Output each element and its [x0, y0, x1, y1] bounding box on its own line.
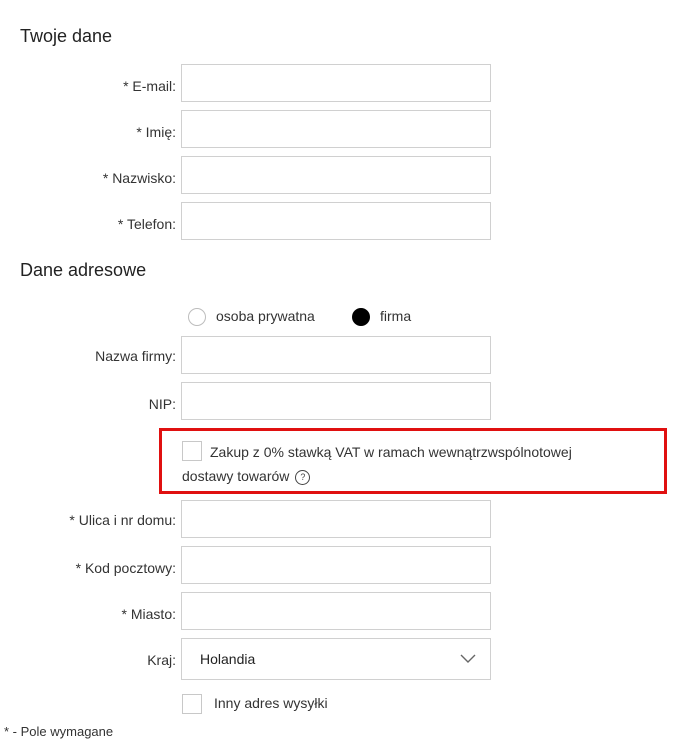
street-label: * Ulica i nr domu: — [69, 512, 176, 528]
vat-zero-text: Zakup z 0% stawką VAT w ramach wewnątrzw… — [182, 440, 662, 488]
radio-private-person[interactable] — [188, 308, 206, 326]
last-name-label: * Nazwisko: — [102, 170, 176, 186]
question-circle-icon[interactable]: ? — [295, 469, 311, 485]
vat-zero-label-line2: dostawy towarów — [182, 468, 290, 484]
other-shipping-address-label: Inny adres wysyłki — [214, 695, 328, 711]
chevron-down-icon — [460, 651, 476, 669]
city-label: * Miasto: — [121, 606, 176, 622]
postal-code-input[interactable] — [181, 546, 491, 584]
country-select-value: Holandia — [200, 651, 256, 667]
radio-company[interactable] — [352, 308, 370, 326]
other-shipping-address-checkbox[interactable] — [182, 694, 202, 714]
postal-code-label: * Kod pocztowy: — [75, 560, 176, 576]
section-title-personal: Twoje dane — [20, 26, 113, 46]
required-fields-note: * - Pole wymagane — [4, 724, 114, 739]
first-name-input[interactable] — [181, 110, 491, 148]
company-name-label: Nazwa firmy: — [95, 348, 176, 364]
country-select[interactable]: Holandia — [181, 638, 491, 680]
email-input[interactable] — [181, 64, 491, 102]
radio-company-label: firma — [380, 308, 412, 324]
section-title-address: Dane adresowe — [20, 260, 147, 280]
radio-private-person-label: osoba prywatna — [216, 308, 315, 324]
company-name-input[interactable] — [181, 336, 491, 374]
phone-label: * Telefon: — [117, 216, 176, 232]
nip-label: NIP: — [148, 396, 176, 412]
phone-input[interactable] — [181, 202, 491, 240]
last-name-input[interactable] — [181, 156, 491, 194]
city-input[interactable] — [181, 592, 491, 630]
nip-input[interactable] — [181, 382, 491, 420]
country-label: Kraj: — [147, 652, 176, 668]
first-name-label: * Imię: — [136, 124, 176, 140]
street-input[interactable] — [181, 500, 491, 538]
vat-zero-label-line1: Zakup z 0% stawką VAT w ramach wewnątrzw… — [210, 444, 572, 460]
email-label: * E-mail: — [123, 78, 176, 94]
